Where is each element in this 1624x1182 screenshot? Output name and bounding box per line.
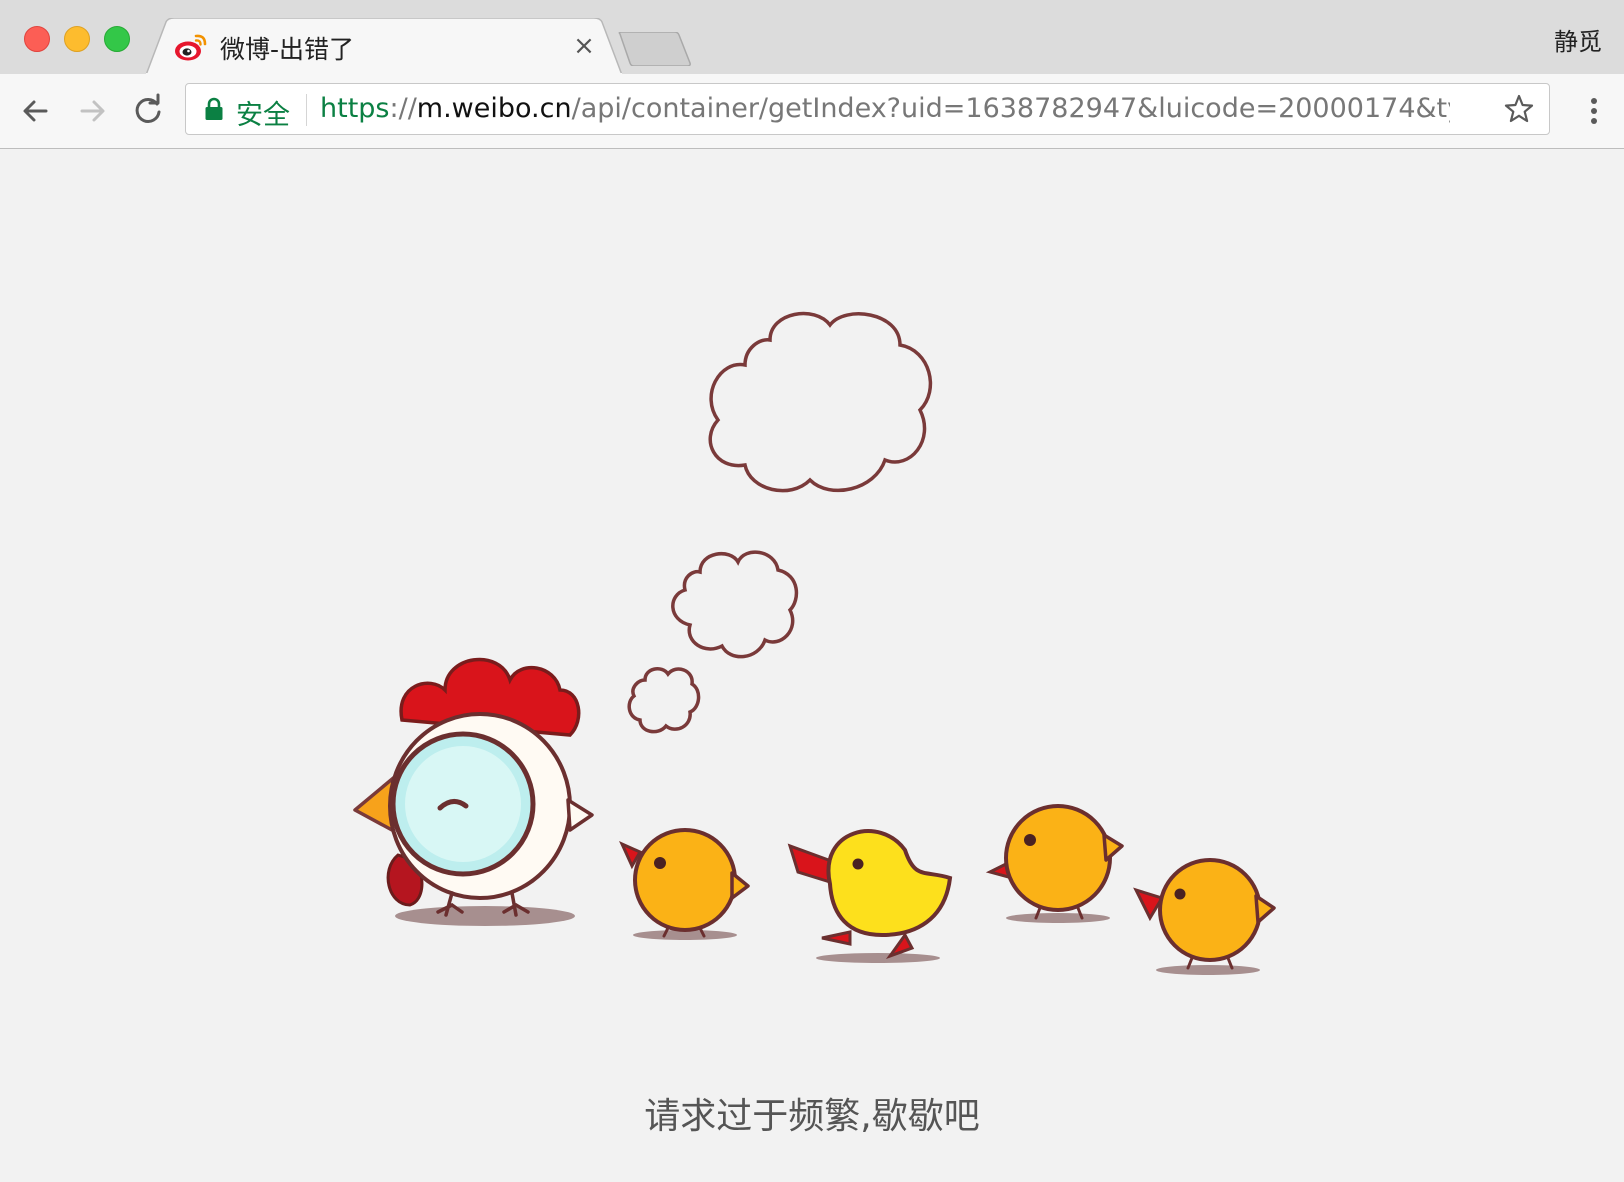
tab-strip: 微博-出错了 × 静觅 — [0, 0, 1624, 75]
thought-cloud-small — [627, 667, 701, 734]
chick-2 — [787, 829, 953, 963]
forward-icon[interactable] — [72, 91, 112, 131]
chick-3 — [985, 804, 1124, 923]
lock-icon[interactable] — [204, 97, 224, 121]
active-tab[interactable]: 微博-出错了 × — [146, 18, 622, 75]
url-separator: :// — [389, 93, 417, 124]
chick-4 — [1133, 858, 1276, 975]
hen-character — [353, 657, 594, 926]
url-path: /api/container/getIndex?uid=1638782947&l… — [571, 93, 1450, 124]
minimize-window-button[interactable] — [64, 26, 90, 52]
weibo-logo-icon — [175, 34, 207, 61]
error-illustration — [353, 311, 1276, 975]
url-host: m.weibo.cn — [416, 93, 572, 124]
tab-shape — [146, 18, 622, 75]
secure-label[interactable]: 安全 — [236, 93, 290, 132]
new-tab-button[interactable] — [618, 32, 692, 66]
thought-cloud-medium — [671, 550, 799, 659]
omnibox-divider — [306, 94, 307, 126]
chick-1 — [619, 828, 750, 940]
menu-icon[interactable] — [1574, 91, 1614, 131]
address-bar[interactable]: 安全 https://m.weibo.cn/api/container/getI… — [185, 83, 1550, 135]
url-text[interactable]: https://m.weibo.cn/api/container/getInde… — [320, 93, 1450, 124]
zoom-window-button[interactable] — [104, 26, 130, 52]
url-scheme: https — [320, 93, 390, 124]
tab-close-icon[interactable]: × — [570, 32, 598, 60]
error-message: 请求过于频繁,歇歇吧 — [644, 1096, 980, 1137]
profile-name[interactable]: 静觅 — [1554, 22, 1602, 57]
tab-title: 微博-出错了 — [220, 35, 355, 64]
reload-icon[interactable] — [128, 91, 168, 131]
close-window-button[interactable] — [24, 26, 50, 52]
browser-window: 微博-出错了 × 静觅 安全 https://m.weibo.cn/api/co… — [0, 0, 1624, 1182]
star-icon[interactable] — [1503, 93, 1535, 125]
page-content: 请求过于频繁,歇歇吧 — [0, 149, 1624, 1182]
toolbar: 安全 https://m.weibo.cn/api/container/getI… — [0, 74, 1624, 149]
back-icon[interactable] — [16, 91, 56, 131]
thought-cloud-large — [708, 311, 932, 493]
